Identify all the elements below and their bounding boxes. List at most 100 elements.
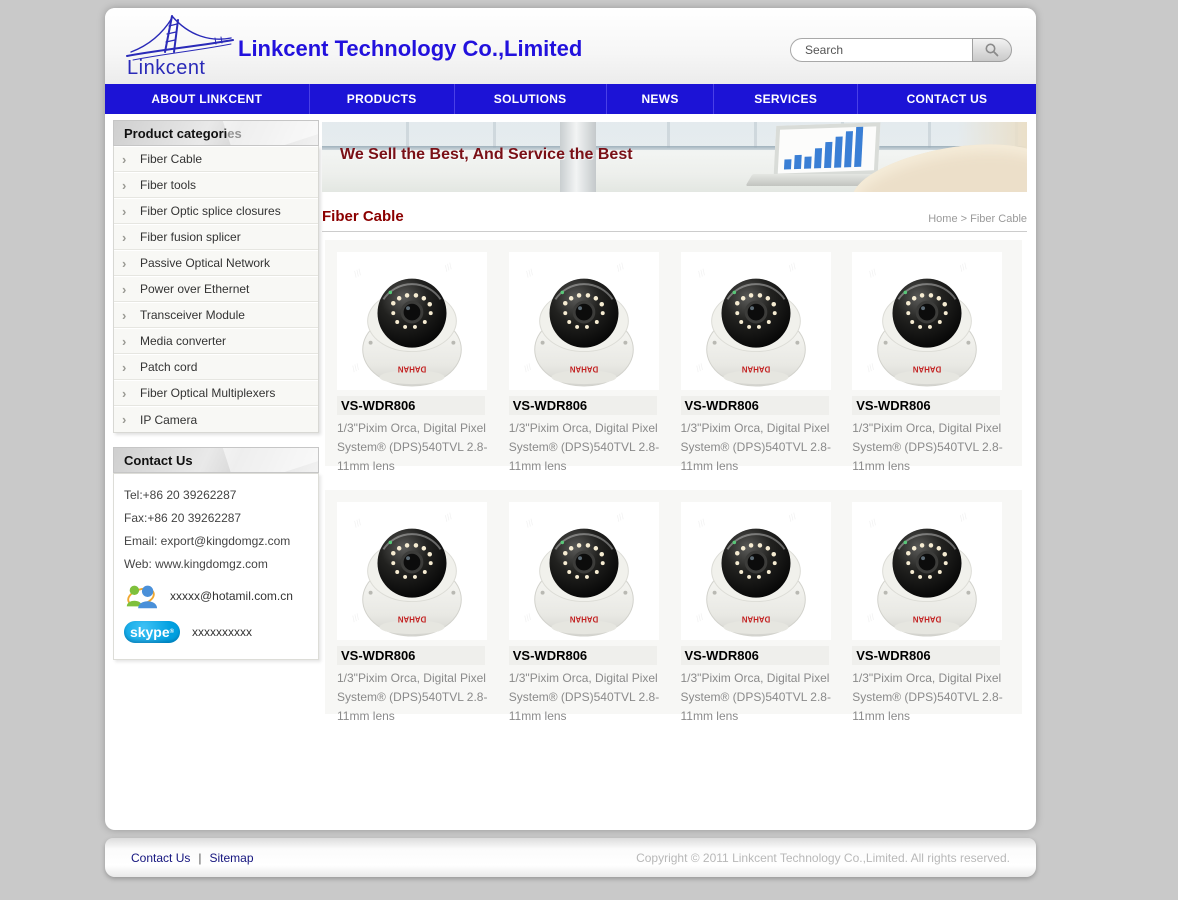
- chevron-right-icon: ›: [122, 230, 140, 245]
- camera-brand-text: DAHAN: [913, 614, 942, 623]
- product-description: 1/3"Pixim Orca, Digital Pixel System® (D…: [337, 669, 489, 726]
- product-description: 1/3"Pixim Orca, Digital Pixel System® (D…: [852, 419, 1004, 476]
- nav-item[interactable]: SERVICES: [713, 84, 856, 114]
- sidebar: Product categories › Fiber Cable › Fiber…: [113, 120, 319, 660]
- category-label: Fiber fusion splicer: [140, 230, 241, 244]
- skype-id: xxxxxxxxxx: [192, 625, 252, 639]
- logo-text: Linkcent: [127, 57, 206, 80]
- category-label: IP Camera: [140, 413, 197, 427]
- chevron-right-icon: ›: [122, 256, 140, 271]
- sidebar-category-item[interactable]: › Transceiver Module: [114, 302, 318, 328]
- chevron-right-icon: ›: [122, 334, 140, 349]
- svg-text:///: ///: [865, 611, 877, 624]
- svg-text:///: ///: [867, 267, 879, 280]
- nav-item[interactable]: NEWS: [606, 84, 714, 114]
- svg-text:///: ///: [614, 261, 626, 274]
- product-image[interactable]: /// /// /// ///: [337, 502, 487, 640]
- banner-windows: [322, 122, 1027, 148]
- chevron-right-icon: ›: [122, 412, 140, 427]
- sidebar-category-item[interactable]: › Fiber Optic splice closures: [114, 198, 318, 224]
- camera-brand-text: DAHAN: [913, 364, 942, 373]
- category-label: Transceiver Module: [140, 308, 245, 322]
- main-nav: ABOUT LINKCENT PRODUCTS SOLUTIONS NEWS S…: [105, 84, 1036, 114]
- footer-link-separator: |: [198, 851, 201, 865]
- nav-item-label: SOLUTIONS: [494, 92, 567, 106]
- svg-text:///: ///: [524, 267, 536, 280]
- chevron-right-icon: ›: [122, 308, 140, 323]
- nav-item[interactable]: SOLUTIONS: [454, 84, 606, 114]
- camera-brand-text: DAHAN: [741, 614, 770, 623]
- product-card: /// /// /// ///: [675, 500, 847, 726]
- dome-camera-image: /// /// /// ///: [681, 252, 831, 390]
- chevron-right-icon: ›: [122, 178, 140, 193]
- nav-item-label: SERVICES: [754, 92, 817, 106]
- product-image[interactable]: /// /// /// ///: [852, 252, 1002, 390]
- search-input[interactable]: [790, 38, 972, 62]
- sidebar-category-item[interactable]: › Fiber Cable: [114, 146, 318, 172]
- product-card: /// /// /// ///: [846, 500, 1018, 726]
- category-label: Fiber Cable: [140, 152, 202, 166]
- product-image[interactable]: /// /// /// ///: [681, 252, 831, 390]
- sidebar-category-item[interactable]: › Media converter: [114, 328, 318, 354]
- nav-item-label: ABOUT LINKCENT: [151, 92, 262, 106]
- sidebar-category-item[interactable]: › IP Camera: [114, 406, 318, 432]
- footer-contact-us-link[interactable]: Contact Us: [131, 851, 190, 865]
- product-name[interactable]: VS-WDR806: [852, 646, 1000, 665]
- nav-item[interactable]: ABOUT LINKCENT: [105, 84, 309, 114]
- svg-text:///: ///: [522, 611, 534, 624]
- svg-text:///: ///: [696, 267, 708, 280]
- banner-slogan: We Sell the Best, And Service the Best: [340, 146, 633, 164]
- svg-text:///: ///: [786, 261, 798, 274]
- footer: Contact Us | Sitemap Copyright © 2011 Li…: [105, 838, 1036, 877]
- footer-sitemap-link[interactable]: Sitemap: [209, 851, 253, 865]
- product-image[interactable]: /// /// /// ///: [681, 502, 831, 640]
- product-image[interactable]: /// /// /// ///: [509, 502, 659, 640]
- product-name[interactable]: VS-WDR806: [337, 646, 485, 665]
- product-image[interactable]: /// /// /// ///: [509, 252, 659, 390]
- product-name[interactable]: VS-WDR806: [852, 396, 1000, 415]
- sidebar-category-item[interactable]: › Passive Optical Network: [114, 250, 318, 276]
- dome-camera-image: /// /// /// ///: [681, 502, 831, 640]
- company-logo[interactable]: Linkcent: [119, 12, 239, 82]
- category-list: › Fiber Cable › Fiber tools › Fiber Opti…: [113, 146, 319, 433]
- product-name[interactable]: VS-WDR806: [509, 646, 657, 665]
- sidebar-category-item[interactable]: › Fiber Optical Multiplexers: [114, 380, 318, 406]
- product-name[interactable]: VS-WDR806: [681, 396, 829, 415]
- svg-text:///: ///: [614, 511, 626, 524]
- category-label: Fiber Optic splice closures: [140, 204, 281, 218]
- sidebar-category-item[interactable]: › Patch cord: [114, 354, 318, 380]
- product-name[interactable]: VS-WDR806: [337, 396, 485, 415]
- dome-camera-image: /// /// /// ///: [852, 502, 1002, 640]
- search-icon: [984, 42, 1000, 58]
- sidebar-category-item[interactable]: › Power over Ethernet: [114, 276, 318, 302]
- sidebar-category-item[interactable]: › Fiber tools: [114, 172, 318, 198]
- camera-brand-text: DAHAN: [569, 614, 598, 623]
- category-label: Media converter: [140, 334, 226, 348]
- msn-row: xxxxx@hotamil.com.cn: [124, 581, 308, 611]
- product-description: 1/3"Pixim Orca, Digital Pixel System® (D…: [681, 669, 833, 726]
- product-name[interactable]: VS-WDR806: [681, 646, 829, 665]
- sidebar-category-item[interactable]: › Fiber fusion splicer: [114, 224, 318, 250]
- product-image[interactable]: /// /// /// ///: [337, 252, 487, 390]
- msn-address: xxxxx@hotamil.com.cn: [170, 589, 293, 603]
- product-card: /// /// /// ///: [331, 250, 503, 476]
- contact-lines: Tel:+86 20 39262287 Fax:+86 20 39262287 …: [124, 488, 308, 571]
- contact-line: Email: export@kingdomgz.com: [124, 534, 308, 548]
- skype-row: skype® xxxxxxxxxx: [124, 621, 308, 643]
- search-button[interactable]: [972, 38, 1012, 62]
- svg-text:///: ///: [443, 261, 455, 274]
- breadcrumb-home[interactable]: Home: [928, 213, 957, 225]
- dome-camera-image: /// /// /// ///: [509, 252, 659, 390]
- chevron-right-icon: ›: [122, 204, 140, 219]
- category-label: Power over Ethernet: [140, 282, 249, 296]
- nav-item[interactable]: PRODUCTS: [309, 84, 454, 114]
- category-label: Fiber tools: [140, 178, 196, 192]
- nav-item-label: PRODUCTS: [347, 92, 417, 106]
- dome-camera-image: /// /// /// ///: [337, 502, 487, 640]
- skype-logo: skype®: [124, 621, 180, 643]
- product-name[interactable]: VS-WDR806: [509, 396, 657, 415]
- contact-panel: Contact Us Tel:+86 20 39262287 Fax:+86 2…: [113, 447, 319, 660]
- product-image[interactable]: /// /// /// ///: [852, 502, 1002, 640]
- nav-item[interactable]: CONTACT US: [857, 84, 1036, 114]
- site-container: Linkcent Linkcent Technology Co.,Limited…: [105, 8, 1036, 830]
